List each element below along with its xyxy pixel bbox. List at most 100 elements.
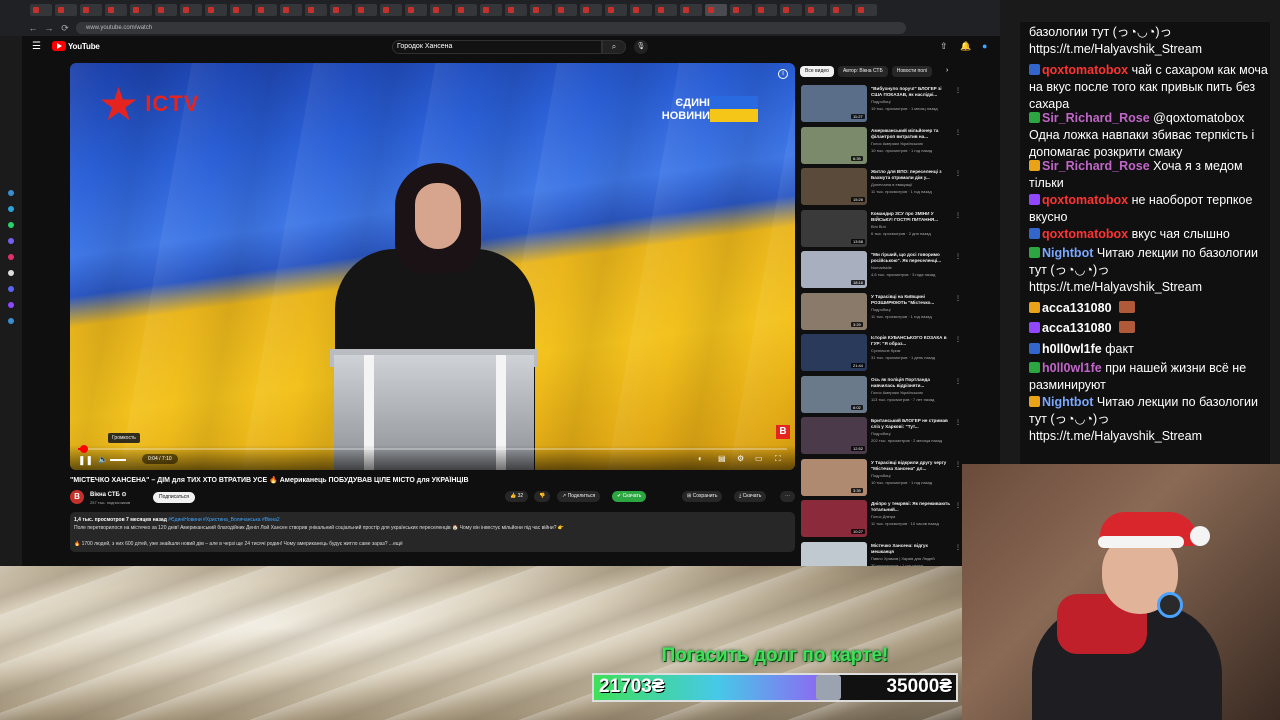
green-download-button[interactable]: ✔ Скачать: [612, 491, 647, 502]
autoplay-toggle-icon[interactable]: ◐: [698, 454, 703, 463]
more-vertical-icon[interactable]: ⋮: [955, 295, 961, 302]
recommended-video[interactable]: 21:44 Історія КУБАНСЬКОГО КОЗАКА в ГУР: "…: [801, 334, 961, 376]
chat-username[interactable]: acca131080: [1042, 301, 1112, 315]
more-vertical-icon[interactable]: ⋮: [955, 419, 961, 426]
chat-username[interactable]: h0ll0wl1fe: [1042, 342, 1102, 356]
channel-name[interactable]: Вілі Вілі: [871, 224, 886, 229]
notifications-icon[interactable]: 🔔: [960, 41, 971, 52]
video-title[interactable]: У Тарасівці на Київщині РОЗШИРЮЮТЬ "Міст…: [871, 294, 951, 306]
browser-tab[interactable]: [55, 4, 77, 16]
discord-icon[interactable]: [8, 286, 14, 292]
browser-tab[interactable]: [480, 4, 502, 16]
share-button[interactable]: ↗ Поделиться: [557, 491, 601, 502]
browser-tab[interactable]: [255, 4, 277, 16]
recommended-video[interactable]: 12:52 Британський БЛОГЕР не стримав сліз …: [801, 417, 961, 459]
recommended-video[interactable]: 6:02 Ось як поліція Портланда навчилась в…: [801, 375, 961, 418]
browser-tab-strip[interactable]: [0, 0, 1000, 20]
browser-tab[interactable]: [505, 4, 527, 16]
browser-tab[interactable]: [305, 4, 327, 16]
video-title[interactable]: "Вибухнуло поруч!" БЛОГЕР зі США ПОКАЗАВ…: [871, 86, 951, 98]
channel-name[interactable]: Донеччина в евакуації: [871, 182, 912, 187]
video-title[interactable]: "Ми гірший, що досі говоримо російською"…: [871, 252, 951, 264]
more-vertical-icon[interactable]: ⋮: [955, 87, 961, 94]
browser-tab[interactable]: [780, 4, 802, 16]
more-vertical-icon[interactable]: ⋮: [955, 253, 961, 260]
volume-slider[interactable]: [110, 459, 126, 461]
more-vertical-icon[interactable]: ⋮: [955, 170, 961, 177]
volume-icon[interactable]: 🔈: [98, 455, 108, 464]
channel-name[interactable]: Голос Америки Українською: [871, 390, 923, 395]
download-button[interactable]: ⤓ Скачать: [734, 491, 767, 502]
video-title[interactable]: Історія КУБАНСЬКОГО КОЗАКА в ГУР: "Я обр…: [871, 335, 951, 347]
theater-mode-icon[interactable]: ▭: [755, 454, 763, 463]
browser-tab[interactable]: [130, 4, 152, 16]
browser-tab[interactable]: [155, 4, 177, 16]
chat-username[interactable]: Nightbot: [1042, 246, 1093, 260]
channel-name[interactable]: Павло Храмов | Харків для Людей: [871, 556, 935, 561]
reload-icon[interactable]: ⟳: [60, 23, 70, 34]
recommended-video[interactable]: 13:58 Командир ЗСУ про ЗМІНИ У ВІЙСЬКУ! Г…: [801, 209, 961, 252]
browser-tab[interactable]: [230, 4, 252, 16]
search-button[interactable]: ⌕: [602, 40, 626, 54]
chat-username[interactable]: qoxtomatobox: [1042, 227, 1128, 241]
video-title[interactable]: Містечко Хансена: відгук мешканця: [871, 543, 951, 555]
sidebar-app-icon[interactable]: [8, 318, 14, 324]
dislike-button[interactable]: 👎: [534, 491, 551, 502]
recommended-video[interactable]: 6:39 Американський мільйонер та філантроп…: [801, 126, 961, 169]
video-title[interactable]: Ось як поліція Портланда навчилась відрі…: [871, 377, 951, 389]
chat-username[interactable]: Sir_Richard_Rose: [1042, 111, 1150, 125]
settings-icon[interactable]: ⚙: [737, 454, 744, 463]
filter-chip[interactable]: Все видео: [800, 66, 834, 77]
x-icon[interactable]: [8, 270, 14, 276]
recommended-video[interactable]: 3:29 У Тарасівці на Київщині РОЗШИРЮЮТЬ "…: [801, 292, 961, 335]
more-vertical-icon[interactable]: ⋮: [955, 378, 961, 385]
more-vertical-icon[interactable]: ⋮: [955, 129, 961, 136]
more-vertical-icon[interactable]: ⋮: [955, 502, 961, 509]
upload-icon[interactable]: ⇧: [940, 41, 948, 52]
video-title[interactable]: Житло для ВПО: переселенці з Бахмута отр…: [871, 169, 951, 181]
video-title[interactable]: Американський мільйонер та філантроп вит…: [871, 128, 951, 140]
chat-username[interactable]: qoxtomatobox: [1042, 63, 1128, 77]
browser-tab[interactable]: [205, 4, 227, 16]
url-field[interactable]: www.youtube.com/watch: [76, 22, 906, 34]
progress-bar[interactable]: [78, 445, 787, 453]
chat-username[interactable]: acca131080: [1042, 321, 1112, 335]
browser-tab[interactable]: [805, 4, 827, 16]
browser-tab[interactable]: [180, 4, 202, 16]
whatsapp-icon[interactable]: [8, 222, 14, 228]
save-button[interactable]: ⊞ Сохранить: [682, 491, 723, 502]
twitch-icon[interactable]: [8, 302, 14, 308]
more-vertical-icon[interactable]: ⋮: [955, 336, 961, 343]
channel-name[interactable]: Голос Дніпра: [871, 514, 895, 519]
video-title[interactable]: У Тарасівці відкрили другу чергу "Містеч…: [871, 460, 951, 472]
browser-tab[interactable]: [280, 4, 302, 16]
chat-username[interactable]: qoxtomatobox: [1042, 193, 1128, 207]
recommended-video[interactable]: 3:39 У Тарасівці відкрили другу чергу "Мі…: [801, 458, 961, 501]
description-box[interactable]: 1,4 тыс. просмотров 7 месяцев назад #Єди…: [70, 512, 795, 552]
channel-avatar[interactable]: B: [70, 490, 84, 504]
channel-name[interactable]: Вікна СТБ ⊙: [90, 491, 127, 498]
browser-tab[interactable]: [630, 4, 652, 16]
browser-tab[interactable]: [330, 4, 352, 16]
progress-scrubber[interactable]: [80, 445, 89, 453]
browser-tab[interactable]: [830, 4, 852, 16]
chevron-right-icon[interactable]: ›: [946, 67, 948, 74]
info-icon[interactable]: i: [778, 69, 788, 79]
channel-name[interactable]: Подробиці: [871, 99, 891, 104]
subscribe-button[interactable]: Подписаться: [153, 492, 195, 503]
browser-tab[interactable]: [355, 4, 377, 16]
pause-icon[interactable]: ❚❚: [78, 455, 93, 465]
browser-tab[interactable]: [755, 4, 777, 16]
video-title[interactable]: Дніпро у темряві: Як переживають тотальн…: [871, 501, 951, 513]
browser-tab[interactable]: [680, 4, 702, 16]
youtube-logo[interactable]: YouTube: [52, 41, 100, 51]
channel-name[interactable]: Голос Америки Українською: [871, 141, 923, 146]
more-actions-button[interactable]: ⋯: [780, 491, 795, 502]
more-vertical-icon[interactable]: ⋮: [955, 544, 961, 551]
filter-chip[interactable]: Автор: Вікна СТБ: [837, 66, 888, 77]
channel-name[interactable]: Подробиці: [871, 473, 891, 478]
browser-tab[interactable]: [655, 4, 677, 16]
subtitles-icon[interactable]: ▤: [718, 454, 726, 463]
more-vertical-icon[interactable]: ⋮: [955, 461, 961, 468]
chat-username[interactable]: h0ll0wl1fe: [1042, 361, 1102, 375]
